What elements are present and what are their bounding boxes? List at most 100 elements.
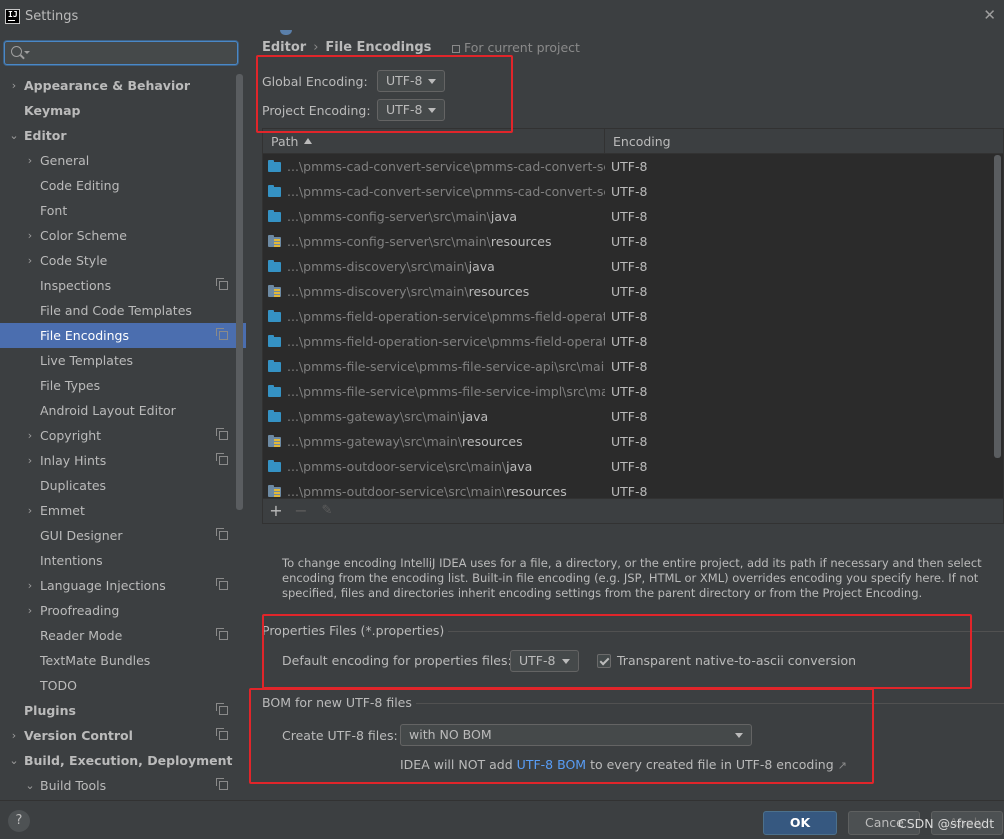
table-row[interactable]: ...\pmms-field-operation-service\pmms-fi… [263, 329, 1003, 354]
chevron-right-icon[interactable]: › [24, 148, 36, 173]
sidebar-item-label: File and Code Templates [40, 303, 192, 318]
help-button[interactable]: ? [8, 810, 30, 832]
row-encoding[interactable]: UTF-8 [611, 404, 647, 429]
chevron-right-icon[interactable]: › [24, 498, 36, 523]
native-to-ascii-checkbox[interactable] [597, 654, 611, 668]
sidebar-item-textmate-bundles[interactable]: TextMate Bundles [0, 648, 246, 673]
chevron-right-icon[interactable]: › [8, 73, 20, 98]
sidebar-item-gui-designer[interactable]: GUI Designer [0, 523, 246, 548]
chevron-right-icon[interactable]: › [24, 448, 36, 473]
table-scrollbar[interactable] [994, 155, 1001, 458]
sidebar-item-duplicates[interactable]: Duplicates [0, 473, 246, 498]
sidebar-item-inspections[interactable]: Inspections [0, 273, 246, 298]
chevron-right-icon[interactable]: › [24, 223, 36, 248]
close-icon[interactable]: ✕ [983, 6, 996, 24]
row-encoding[interactable]: UTF-8 [611, 354, 647, 379]
global-encoding-dropdown[interactable]: UTF-8 [377, 70, 445, 92]
row-encoding[interactable]: UTF-8 [611, 229, 647, 254]
sidebar-item-version-control[interactable]: › Version Control [0, 723, 246, 748]
settings-search-input[interactable] [4, 41, 238, 65]
create-utf8-dropdown[interactable]: with NO BOM [400, 724, 752, 746]
sidebar-item-build-tools[interactable]: ⌄ Build Tools [0, 773, 246, 798]
ok-button[interactable]: OK [763, 811, 837, 835]
sidebar-item-build-execution-deployment[interactable]: ⌄ Build, Execution, Deployment [0, 748, 246, 773]
sidebar-item-file-encodings[interactable]: File Encodings [0, 323, 246, 348]
properties-encoding-dropdown[interactable]: UTF-8 [510, 650, 579, 672]
table-row[interactable]: ...\pmms-discovery\src\main\resources UTF… [263, 279, 1003, 304]
sidebar-item-live-templates[interactable]: Live Templates [0, 348, 246, 373]
table-row[interactable]: ...\pmms-config-server\src\main\java UTF-… [263, 204, 1003, 229]
table-row[interactable]: ...\pmms-file-service\pmms-file-service-… [263, 354, 1003, 379]
project-scope-icon [216, 528, 228, 540]
sidebar-item-label: Android Layout Editor [40, 403, 176, 418]
chevron-down-icon[interactable]: ⌄ [8, 748, 20, 773]
search-options-caret-icon[interactable] [24, 51, 30, 54]
chevron-right-icon[interactable]: › [24, 598, 36, 623]
sidebar-item-reader-mode[interactable]: Reader Mode [0, 623, 246, 648]
sidebar-item-intentions[interactable]: Intentions [0, 548, 246, 573]
table-row[interactable]: ...\pmms-gateway\src\main\resources UTF-8 [263, 429, 1003, 454]
sidebar-item-language-injections[interactable]: › Language Injections [0, 573, 246, 598]
row-encoding[interactable]: UTF-8 [611, 204, 647, 229]
remove-path-button[interactable]: − [291, 501, 311, 521]
source-folder-icon [268, 385, 281, 397]
sidebar-scrollbar[interactable] [236, 74, 243, 510]
chevron-right-icon[interactable]: › [24, 248, 36, 273]
sidebar-item-keymap[interactable]: Keymap [0, 98, 246, 123]
sidebar-item-general[interactable]: › General [0, 148, 246, 173]
table-row[interactable]: ...\pmms-outdoor-service\src\main\java UT… [263, 454, 1003, 479]
sidebar-item-plugins[interactable]: Plugins [0, 698, 246, 723]
encoding-column-header[interactable]: Encoding [605, 129, 1003, 154]
sidebar-item-file-types[interactable]: File Types [0, 373, 246, 398]
sidebar-item-label: Intentions [40, 553, 103, 568]
row-encoding[interactable]: UTF-8 [611, 304, 647, 329]
add-path-button[interactable]: + [266, 501, 286, 521]
chevron-right-icon[interactable]: › [8, 723, 20, 748]
row-encoding[interactable]: UTF-8 [611, 179, 647, 204]
properties-group-title: Properties Files (*.properties) [262, 623, 449, 638]
sidebar-item-copyright[interactable]: › Copyright [0, 423, 246, 448]
row-encoding[interactable]: UTF-8 [611, 429, 647, 454]
chevron-right-icon[interactable]: › [24, 573, 36, 598]
table-row[interactable]: ...\pmms-discovery\src\main\java UTF-8 [263, 254, 1003, 279]
sidebar-item-todo[interactable]: TODO [0, 673, 246, 698]
utf8-bom-link[interactable]: UTF-8 BOM [517, 757, 586, 772]
sidebar-item-proofreading[interactable]: › Proofreading [0, 598, 246, 623]
csdn-watermark: CSDN @sfreedt [898, 816, 995, 831]
row-encoding[interactable]: UTF-8 [611, 379, 647, 404]
chevron-down-icon[interactable]: ⌄ [8, 123, 20, 148]
sidebar-item-label: Proofreading [40, 603, 120, 618]
project-scope-icon [216, 728, 228, 740]
sidebar-item-label: Version Control [24, 728, 133, 743]
table-row[interactable]: ...\pmms-field-operation-service\pmms-fi… [263, 304, 1003, 329]
table-row[interactable]: ...\pmms-cad-convert-service\pmms-cad-co… [263, 154, 1003, 179]
row-encoding[interactable]: UTF-8 [611, 254, 647, 279]
sidebar-item-editor[interactable]: ⌄ Editor [0, 123, 246, 148]
sidebar-item-label: Font [40, 203, 68, 218]
row-encoding[interactable]: UTF-8 [611, 329, 647, 354]
sidebar-item-color-scheme[interactable]: › Color Scheme [0, 223, 246, 248]
sidebar-item-code-editing[interactable]: Code Editing [0, 173, 246, 198]
sidebar-item-appearance-behavior[interactable]: › Appearance & Behavior [0, 73, 246, 98]
chevron-down-icon[interactable]: ⌄ [24, 773, 36, 798]
sidebar-item-file-and-code-templates[interactable]: File and Code Templates [0, 298, 246, 323]
table-row[interactable]: ...\pmms-cad-convert-service\pmms-cad-co… [263, 179, 1003, 204]
project-encoding-dropdown[interactable]: UTF-8 [377, 99, 445, 121]
path-column-header[interactable]: Path [263, 129, 605, 154]
sidebar-item-inlay-hints[interactable]: › Inlay Hints [0, 448, 246, 473]
row-encoding[interactable]: UTF-8 [611, 154, 647, 179]
row-path-tail: resources [468, 284, 530, 299]
row-encoding[interactable]: UTF-8 [611, 454, 647, 479]
sidebar-item-code-style[interactable]: › Code Style [0, 248, 246, 273]
edit-path-button[interactable]: ✎ [317, 501, 337, 521]
for-current-project-note: For current project [452, 40, 580, 55]
row-path: ...\pmms-gateway\src\main\java [287, 404, 605, 429]
row-encoding[interactable]: UTF-8 [611, 279, 647, 304]
chevron-right-icon[interactable]: › [24, 423, 36, 448]
table-row[interactable]: ...\pmms-config-server\src\main\resource… [263, 229, 1003, 254]
sidebar-item-font[interactable]: Font [0, 198, 246, 223]
table-row[interactable]: ...\pmms-gateway\src\main\java UTF-8 [263, 404, 1003, 429]
sidebar-item-android-layout-editor[interactable]: Android Layout Editor [0, 398, 246, 423]
sidebar-item-emmet[interactable]: › Emmet [0, 498, 246, 523]
table-row[interactable]: ...\pmms-file-service\pmms-file-service-… [263, 379, 1003, 404]
